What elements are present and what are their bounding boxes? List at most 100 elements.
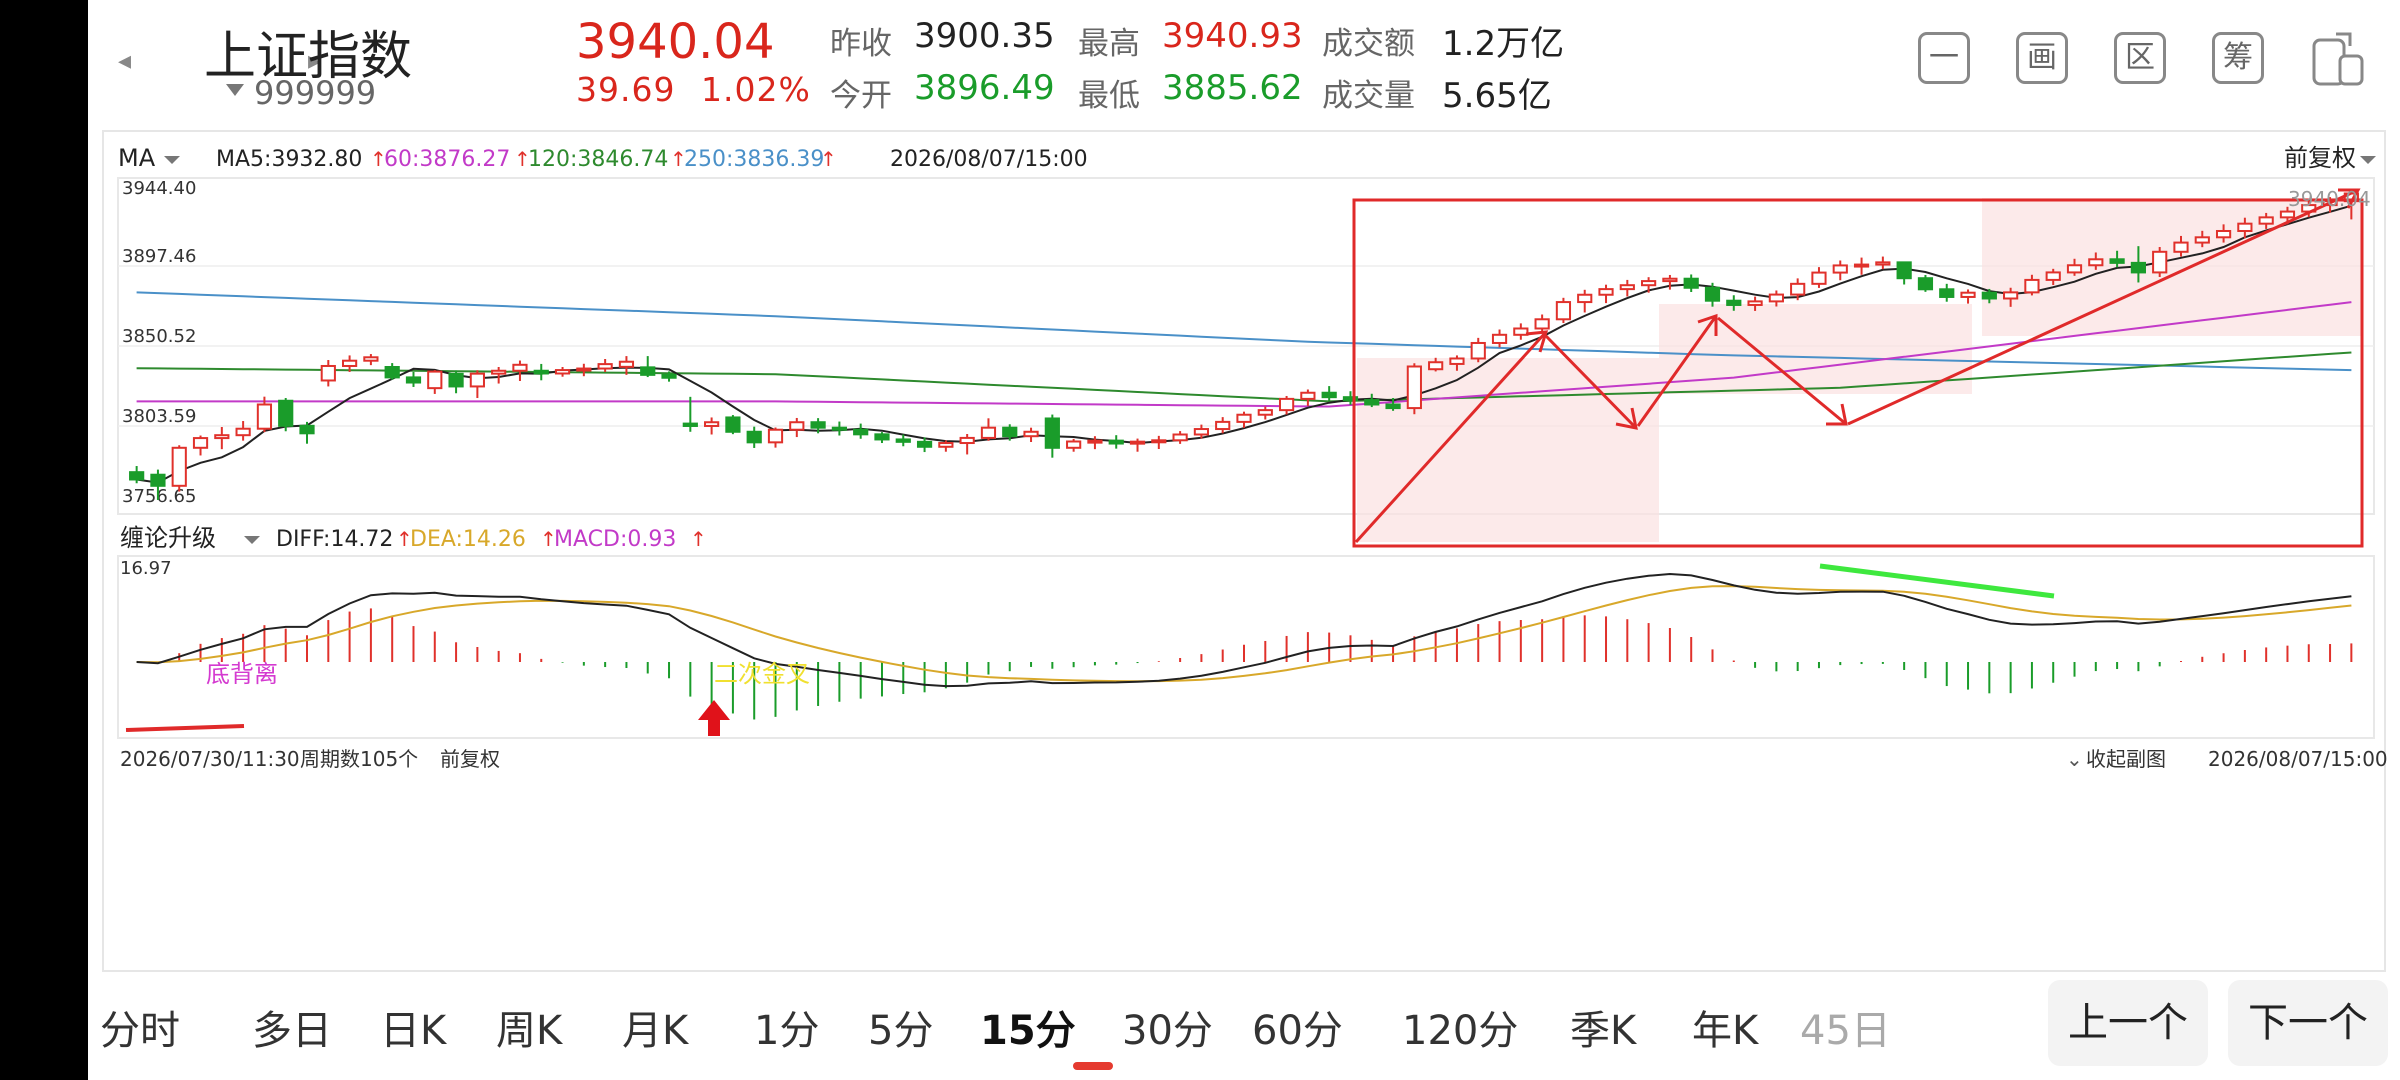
candle-body xyxy=(1385,403,1401,410)
dea-value: DEA:14.26 xyxy=(410,527,526,552)
collapse-subchart-button[interactable]: 收起副图 xyxy=(2086,747,2166,771)
tab-2[interactable]: 多日 xyxy=(252,998,332,1056)
candle-body xyxy=(2194,236,2210,244)
ma-dropdown-icon[interactable] xyxy=(164,156,180,164)
chart-datetime: 2026/08/07/15:00 xyxy=(890,147,1088,172)
candle-body xyxy=(980,426,997,439)
divergence-annotation: 底背离 xyxy=(206,660,278,688)
candle-body xyxy=(2088,258,2104,267)
high-label: 最高 xyxy=(1078,26,1140,62)
open-label: 今开 xyxy=(830,78,892,114)
candle-body xyxy=(2279,210,2296,219)
quote-header: ◂ ▸ 上证指数 999999 3940.04 39.69 1.02% 昨收 3… xyxy=(88,0,2400,125)
ma-selector[interactable]: MA xyxy=(118,144,156,172)
candle-body xyxy=(916,440,933,448)
candle-body xyxy=(1023,430,1039,438)
candle-body xyxy=(512,363,528,372)
candle-body xyxy=(427,370,443,390)
tab-8[interactable]: 15分 xyxy=(980,998,1076,1056)
adjust-selector[interactable]: 前复权 xyxy=(2284,144,2356,172)
collapse-chevron-icon[interactable]: ⌄ xyxy=(2066,747,2083,771)
candle-body xyxy=(1896,261,1912,280)
candle-body xyxy=(448,372,464,388)
candle-body xyxy=(1641,280,1657,287)
tabs-fade xyxy=(1928,982,1998,1080)
screen-icon[interactable]: 画 xyxy=(2016,32,2068,84)
candle-body xyxy=(1577,293,1593,304)
kline-chart[interactable]: MA MA5:3932.80 60:3876.27 120:3846.74 25… xyxy=(104,132,2388,974)
code-dropdown-icon[interactable] xyxy=(226,84,244,96)
tab-1[interactable]: 分时 xyxy=(100,998,180,1056)
candle-body xyxy=(256,403,273,430)
open-value: 3896.49 xyxy=(914,68,1055,108)
candle-body xyxy=(2024,278,2040,294)
tab-14[interactable]: 45日 xyxy=(1800,998,1891,1056)
tab-13[interactable]: 年K xyxy=(1692,998,1758,1056)
volume-value: 5.65亿 xyxy=(1442,76,1552,116)
candle-body xyxy=(214,434,230,440)
candle-body xyxy=(789,421,805,431)
chip-icon[interactable]: 筹 xyxy=(2212,32,2264,84)
candle-body xyxy=(725,416,741,433)
candle-body xyxy=(1513,327,1529,336)
ma5-up-arrow-icon: ↑ xyxy=(370,147,387,171)
candle-body xyxy=(1832,264,1848,274)
minimize-icon[interactable]: 一 xyxy=(1918,32,1970,84)
candle-body xyxy=(618,360,635,368)
candle-body xyxy=(1875,261,1891,266)
index-code[interactable]: 999999 xyxy=(254,74,376,112)
range-icon[interactable]: 区 xyxy=(2114,32,2166,84)
candle-body xyxy=(533,369,549,375)
candle-body xyxy=(746,430,762,444)
candle-body xyxy=(1534,318,1550,330)
candle-body xyxy=(1044,417,1060,449)
tab-12[interactable]: 季K xyxy=(1570,998,1636,1056)
tab-9[interactable]: 30分 xyxy=(1122,998,1213,1056)
prev-item-button[interactable]: 上一个 xyxy=(2048,980,2208,1066)
macd-bars xyxy=(156,608,2353,720)
tab-3[interactable]: 日K xyxy=(380,998,446,1056)
candle-body xyxy=(576,367,592,372)
candle-body xyxy=(1215,420,1231,431)
prev-index-arrow-icon[interactable]: ◂ xyxy=(118,46,131,76)
kline-chart-card[interactable]: MA MA5:3932.80 60:3876.27 120:3846.74 25… xyxy=(102,130,2388,974)
tab-7[interactable]: 5分 xyxy=(868,998,933,1056)
candle-body xyxy=(1129,440,1146,445)
golden-cross-annotation: 二次金叉 xyxy=(714,660,810,688)
candle-body xyxy=(2215,229,2232,239)
candle-body xyxy=(278,399,294,427)
candle-body xyxy=(1768,293,1784,303)
ma250-up-arrow-icon: ↑ xyxy=(820,147,837,171)
candle-body xyxy=(1598,288,1614,296)
adjust-dropdown-icon[interactable] xyxy=(2360,156,2376,164)
tab-4[interactable]: 周K xyxy=(496,998,562,1056)
candle-body xyxy=(1151,439,1167,444)
next-item-button[interactable]: 下一个 xyxy=(2228,980,2388,1066)
indicator-dropdown-icon[interactable] xyxy=(244,536,260,544)
candle-body xyxy=(810,421,826,429)
candle-body xyxy=(1002,426,1018,438)
tab-10[interactable]: 60分 xyxy=(1252,998,1343,1056)
device-icon[interactable] xyxy=(2310,30,2366,88)
ma60-up-arrow-icon: ↑ xyxy=(514,147,531,171)
tab-5[interactable]: 月K xyxy=(622,998,688,1056)
candle-body xyxy=(1939,288,1955,298)
golden-cross-arrow-icon xyxy=(698,700,730,736)
candle-body xyxy=(384,366,400,379)
candle-body xyxy=(1555,301,1572,321)
candle-body xyxy=(2130,261,2147,274)
candle-body xyxy=(1406,365,1422,410)
tab-11[interactable]: 120分 xyxy=(1402,998,1518,1056)
candle-body xyxy=(1747,300,1763,306)
price-tick-label: 3850.52 xyxy=(122,326,196,347)
price-tick-label: 3756.65 xyxy=(122,486,196,507)
candle-body xyxy=(1811,271,1827,285)
candle-body xyxy=(2045,271,2061,281)
candle-body xyxy=(1790,282,1806,296)
macd-value: MACD:0.93 xyxy=(554,527,676,552)
indicator-selector[interactable]: 缠论升级 xyxy=(120,524,216,552)
amount-label: 成交额 xyxy=(1322,26,1415,62)
app-window: ◂ ▸ 上证指数 999999 3940.04 39.69 1.02% 昨收 3… xyxy=(88,0,2400,1080)
prev-close-value: 3900.35 xyxy=(914,16,1055,56)
tab-6[interactable]: 1分 xyxy=(754,998,819,1056)
